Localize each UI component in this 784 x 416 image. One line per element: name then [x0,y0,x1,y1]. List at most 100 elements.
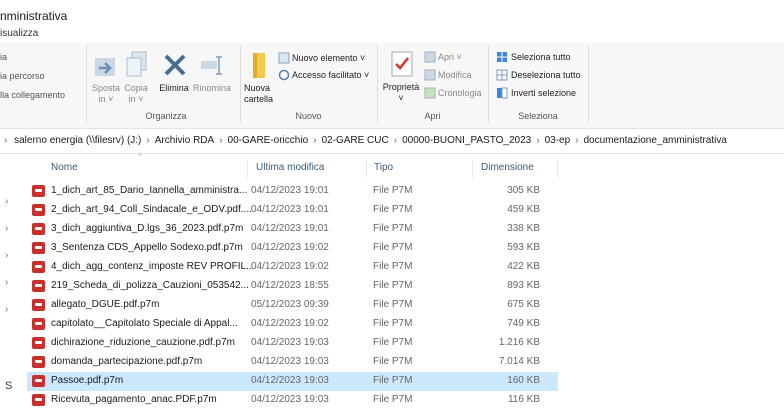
file-size: 1.216 KB [498,337,540,348]
edit-button[interactable]: Modifica [438,70,472,81]
column-header-name[interactable]: Nome [51,162,78,173]
file-row[interactable]: domanda_partecipazione.pdf.p7m 04/12/2023… [27,353,558,372]
file-modified: 04/12/2023 19:03 [251,375,329,386]
file-name: domanda_partecipazione.pdf.p7m [51,356,203,367]
file-row[interactable]: Passoe.pdf.p7m 04/12/2023 19:03 File P7M 16… [27,372,558,391]
history-button[interactable]: Cronologia [438,88,482,99]
ribbon-left-item-2[interactable]: ia percorso [0,71,45,81]
file-size: 749 KB [507,318,540,329]
file-modified: 04/12/2023 19:03 [251,394,329,405]
ribbon-left-item-1[interactable]: ia [0,52,7,62]
rename-button[interactable]: Rinomina [192,83,232,94]
address-bar[interactable]: › salerno energia (\\filesrv) (J:) › Archi… [0,128,784,154]
breadcrumb: salerno energia (\\filesrv) (J:) › Archivi… [10,135,727,146]
pdf-file-icon [32,394,45,406]
file-size: 422 KB [507,261,540,272]
breadcrumb-separator-icon: › [393,135,398,146]
delete-button[interactable]: Elimina [156,83,192,94]
file-type: File P7M [373,223,413,234]
file-modified: 04/12/2023 19:01 [251,223,329,234]
pdf-file-icon [32,223,45,235]
move-to-button[interactable]: Sposta in ˅ [92,83,120,105]
window-title: nministrativa [0,9,68,23]
file-type: File P7M [373,337,413,348]
breadcrumb-item[interactable]: 03-ep [545,135,571,146]
file-row[interactable]: 1_dich_art_85_Dario_Iannella_amministra.… [27,182,558,201]
copy-to-icon [126,51,147,77]
column-header-modified[interactable]: Ultima modifica [256,162,324,173]
breadcrumb-separator-icon: › [536,135,540,146]
nav-expander-icon[interactable]: › [5,250,8,261]
file-row[interactable]: Ricevuta_pagamento_anac.PDF.p7m 04/12/202… [27,391,558,410]
file-type: File P7M [373,394,413,405]
pdf-file-icon [32,261,45,273]
deselect-all-button[interactable]: Deseleziona tutto [511,70,581,81]
file-row[interactable]: 3_dich_aggiuntiva_D.lgs_36_2023.pdf.p7m 0… [27,220,558,239]
file-name: 3_dich_aggiuntiva_D.lgs_36_2023.pdf.p7m [51,223,244,234]
nav-expander-icon[interactable]: › [5,223,8,234]
file-row[interactable]: 3_Sentenza CDS_Appello Sodexo.pdf.p7m 04/… [27,239,558,258]
column-divider[interactable] [472,160,473,178]
file-row[interactable]: 2_dich_art_94_Coll_Sindacale_e_ODV.pdf..… [27,201,558,220]
file-type: File P7M [373,280,413,291]
easy-access-button[interactable]: Accesso facilitato ˅ [292,70,369,81]
file-type: File P7M [373,185,413,196]
file-modified: 04/12/2023 19:03 [251,337,329,348]
file-type: File P7M [373,204,413,215]
properties-icon [391,51,413,77]
pdf-file-icon [32,356,45,368]
ribbon-tab-visualizza[interactable]: isualizza [0,28,38,39]
ribbon-group-organizza: Organizza [145,111,187,121]
breadcrumb-item[interactable]: 02-GARE CUC [321,135,388,146]
move-to-icon [95,58,115,76]
file-row[interactable]: dichirazione_riduzione_cauzione.pdf.p7m 0… [27,334,558,353]
ribbon-left-item-3[interactable]: lla collegamento [0,90,65,100]
file-modified: 04/12/2023 19:02 [251,318,329,329]
copy-to-button[interactable]: Copia in ˅ [122,83,150,105]
file-name: capitolato__Capitolato Speciale di Appal… [51,318,238,329]
ribbon-group-apri: Apri [424,111,441,121]
file-row[interactable]: 219_Scheda_di_polizza_Cauzioni_053542...… [27,277,558,296]
properties-button[interactable]: Proprietà ˅ [381,82,421,104]
file-size: 7.014 KB [498,356,540,367]
file-row[interactable]: allegato_DGUE.pdf.p7m 05/12/2023 09:39 Fil… [27,296,558,315]
breadcrumb-item[interactable]: documentazione_amministrativa [584,135,727,146]
ribbon-separator [588,46,589,122]
select-all-button[interactable]: Seleziona tutto [511,52,571,63]
new-folder-button[interactable]: Nuova cartella [244,83,278,105]
file-modified: 04/12/2023 18:55 [251,280,329,291]
column-divider[interactable] [247,160,248,178]
pdf-file-icon [32,337,45,349]
file-type: File P7M [373,299,413,310]
nav-expander-icon[interactable]: › [5,277,8,288]
easy-access-icon [278,69,290,81]
file-size: 160 KB [507,375,540,386]
column-header-size[interactable]: Dimensione [481,162,534,173]
open-button[interactable]: Apri ˅ [438,52,462,63]
breadcrumb-item[interactable]: 00000-BUONI_PASTO_2023 [402,135,531,146]
history-icon [424,87,436,99]
breadcrumb-chevron-icon: › [4,135,8,146]
breadcrumb-item[interactable]: salerno energia (\\filesrv) (J:) [14,135,141,146]
column-divider[interactable] [557,160,558,178]
nav-expander-icon[interactable]: › [5,304,8,315]
nav-item-truncated[interactable]: S [5,380,12,392]
breadcrumb-item[interactable]: 00-GARE-oricchio [228,135,309,146]
invert-selection-button[interactable]: Inverti selezione [511,88,576,99]
column-divider[interactable] [366,160,367,178]
invert-selection-icon [497,87,508,99]
file-row[interactable]: 4_dich_agg_contenz_imposte REV PROFIL...… [27,258,558,277]
pdf-file-icon [32,375,45,387]
file-row[interactable]: capitolato__Capitolato Speciale di Appal… [27,315,558,334]
file-size: 893 KB [507,280,540,291]
rename-icon [201,56,222,75]
file-size: 338 KB [507,223,540,234]
new-item-button[interactable]: Nuovo elemento ˅ [292,53,365,64]
breadcrumb-item[interactable]: Archivio RDA [155,135,214,146]
column-header-type[interactable]: Tipo [374,162,393,173]
file-name: 2_dich_art_94_Coll_Sindacale_e_ODV.pdf..… [51,204,252,215]
file-modified: 04/12/2023 19:01 [251,204,329,215]
nav-expander-icon[interactable]: › [5,196,8,207]
file-modified: 05/12/2023 09:39 [251,299,329,310]
open-icon [424,51,436,63]
